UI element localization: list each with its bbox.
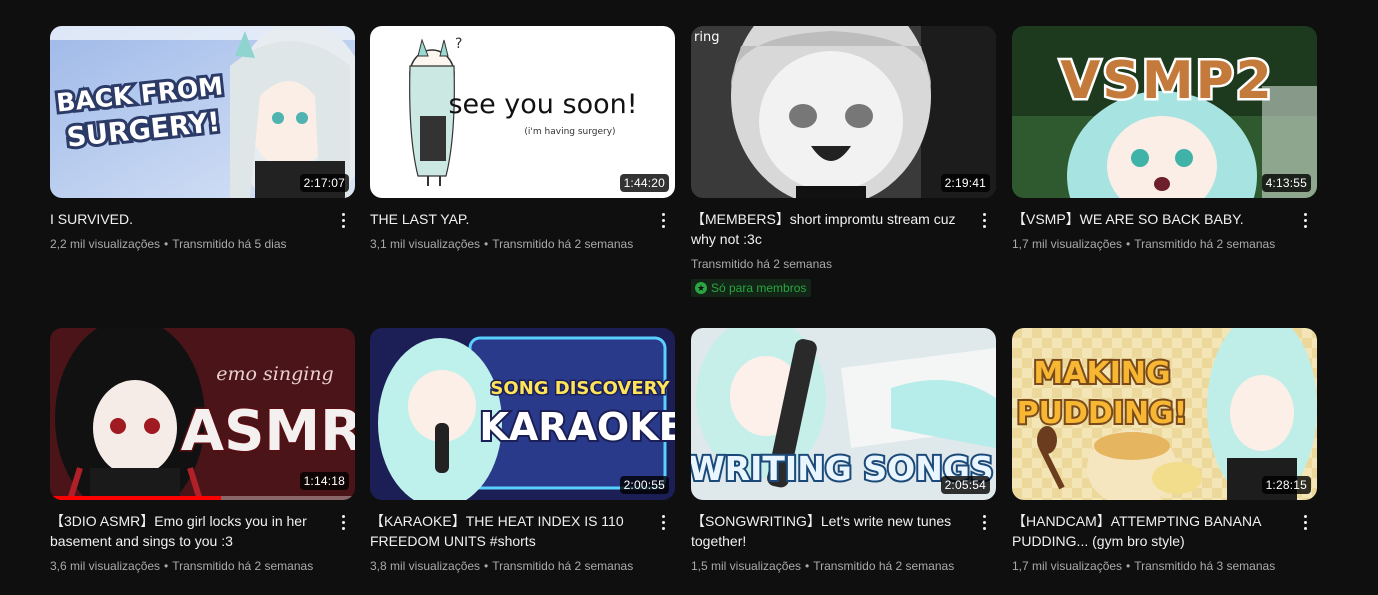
duration-badge: 1:44:20 [619,174,669,192]
svg-text:VSMP2: VSMP2 [1060,51,1274,111]
thumbnail-art: SONG DISCOVERY KARAOKE [370,328,675,500]
video-card[interactable]: ? see you soon! (i'm having surgery) 1:4… [370,26,675,253]
video-thumbnail[interactable]: SONG DISCOVERY KARAOKE 2:00:55 [370,328,675,500]
kebab-menu-icon [661,513,665,531]
svg-text:?: ? [455,36,462,52]
kebab-menu-icon [982,513,986,531]
video-thumbnail[interactable]: ? see you soon! (i'm having surgery) 1:4… [370,26,675,198]
video-card[interactable]: ring 2:19:41 【MEMBERS】short impromtu str… [691,26,996,297]
svg-text:PUDDING!: PUDDING! [1017,396,1188,431]
video-metadata: 1,7 mil visualizações • Transmitido há 3 s… [1012,559,1276,573]
svg-text:KARAOKE: KARAOKE [479,405,675,449]
video-title[interactable]: 【HANDCAM】ATTEMPTING BANANA PUDDING... (g… [1012,511,1283,551]
video-grid: BACK FROM SURGERY! 2:17:07 I SURVIVED. 2… [0,0,1378,595]
video-thumbnail[interactable]: MAKING PUDDING! 1:28:15 [1012,328,1317,500]
thumbnail-art: ? see you soon! (i'm having surgery) [370,26,675,198]
video-thumbnail[interactable]: VSMP2 4:13:55 [1012,26,1317,198]
upload-age: Transmitido há 3 semanas [1134,559,1276,573]
duration-badge: 2:00:55 [619,476,669,494]
video-card[interactable]: emo singing ASMR 1:14:18 【3DIO ASMR】Emo … [50,328,355,575]
more-actions-button[interactable] [1293,208,1317,232]
video-metadata: 1,5 mil visualizações • Transmitido há 2 s… [691,559,955,573]
more-actions-button[interactable] [651,208,675,232]
view-count: 3,8 mil visualizações [370,559,481,573]
upload-age: Transmitido há 2 semanas [492,559,634,573]
kebab-menu-icon [341,211,345,229]
video-metadata: 2,2 mil visualizações • Transmitido há 5 d… [50,237,287,251]
view-count: 3,1 mil visualizações [370,237,481,251]
duration-badge: 1:28:15 [1261,476,1311,494]
video-metadata: 3,1 mil visualizações • Transmitido há 2 s… [370,237,634,251]
thumbnail-art: MAKING PUDDING! [1012,328,1317,500]
video-thumbnail[interactable]: emo singing ASMR 1:14:18 [50,328,355,500]
members-only-label: Só para membros [711,281,807,295]
kebab-menu-icon [341,513,345,531]
thumbnail-text: BACK FROM SURGERY! [52,68,227,156]
upload-age: Transmitido há 2 semanas [172,559,314,573]
duration-badge: 2:05:54 [940,476,990,494]
more-actions-button[interactable] [331,510,355,534]
video-metadata: 3,6 mil visualizações • Transmitido há 2 s… [50,559,314,573]
duration-badge: 2:19:41 [940,174,990,192]
more-actions-button[interactable] [331,208,355,232]
view-count: 1,5 mil visualizações [691,559,802,573]
video-title[interactable]: 【VSMP】WE ARE SO BACK BABY. [1012,209,1283,229]
video-card[interactable]: MAKING PUDDING! 1:28:15 【HANDCAM】ATTEMPT… [1012,328,1317,575]
video-metadata: 1,7 mil visualizações • Transmitido há 2 s… [1012,237,1276,251]
video-card[interactable]: SONG DISCOVERY KARAOKE 2:00:55 【KARAOKE】… [370,328,675,575]
video-title[interactable]: 【MEMBERS】short impromtu stream cuz why n… [691,209,962,249]
view-count: 1,7 mil visualizações [1012,237,1123,251]
video-card[interactable]: WRITING SONGS 2:05:54 【SONGWRITING】Let's… [691,328,996,575]
video-thumbnail[interactable]: WRITING SONGS 2:05:54 [691,328,996,500]
video-thumbnail[interactable]: BACK FROM SURGERY! 2:17:07 [50,26,355,198]
video-title[interactable]: 【3DIO ASMR】Emo girl locks you in her bas… [50,511,321,551]
upload-age: Transmitido há 5 dias [172,237,287,251]
video-title[interactable]: THE LAST YAP. [370,209,641,229]
video-card[interactable]: BACK FROM SURGERY! 2:17:07 I SURVIVED. 2… [50,26,355,253]
thumbnail-text: VSMP2 [1058,49,1275,114]
svg-text:emo singing: emo singing [216,363,333,385]
svg-text:SONG DISCOVERY: SONG DISCOVERY [490,378,670,399]
more-actions-button[interactable] [972,208,996,232]
duration-badge: 2:17:07 [299,174,349,192]
thumbnail-art: WRITING SONGS [691,328,996,500]
kebab-menu-icon [661,211,665,229]
kebab-menu-icon [1303,211,1307,229]
video-thumbnail[interactable]: ring 2:19:41 [691,26,996,198]
svg-text:(i'm having surgery): (i'm having surgery) [524,127,615,137]
view-count: 3,6 mil visualizações [50,559,161,573]
members-star-icon: ★ [695,282,707,294]
view-count: 2,2 mil visualizações [50,237,161,251]
upload-age: Transmitido há 2 semanas [813,559,955,573]
video-metadata: 3,8 mil visualizações • Transmitido há 2 s… [370,559,634,573]
svg-text:MAKING: MAKING [1033,356,1170,391]
video-title[interactable]: I SURVIVED. [50,209,321,229]
svg-text:see you soon!: see you soon! [448,89,637,120]
thumbnail-art: ring [691,26,996,198]
upload-age: Transmitido há 2 semanas [1134,237,1276,251]
duration-badge: 1:14:18 [299,472,349,490]
video-card[interactable]: VSMP2 4:13:55 【VSMP】WE ARE SO BACK BABY.… [1012,26,1317,253]
more-actions-button[interactable] [972,510,996,534]
upload-age: Transmitido há 2 semanas [691,257,832,271]
svg-text:ring: ring [694,30,719,45]
video-metadata: Transmitido há 2 semanas [691,255,962,273]
kebab-menu-icon [1303,513,1307,531]
kebab-menu-icon [982,211,986,229]
svg-text:ASMR: ASMR [181,399,355,464]
upload-age: Transmitido há 2 semanas [492,237,634,251]
duration-badge: 4:13:55 [1261,174,1311,192]
video-title[interactable]: 【KARAOKE】THE HEAT INDEX IS 110 FREEDOM U… [370,511,641,551]
more-actions-button[interactable] [651,510,675,534]
view-count: 1,7 mil visualizações [1012,559,1123,573]
video-title[interactable]: 【SONGWRITING】Let's write new tunes toget… [691,511,962,551]
members-only-badge: ★ Só para membros [691,279,812,297]
more-actions-button[interactable] [1293,510,1317,534]
